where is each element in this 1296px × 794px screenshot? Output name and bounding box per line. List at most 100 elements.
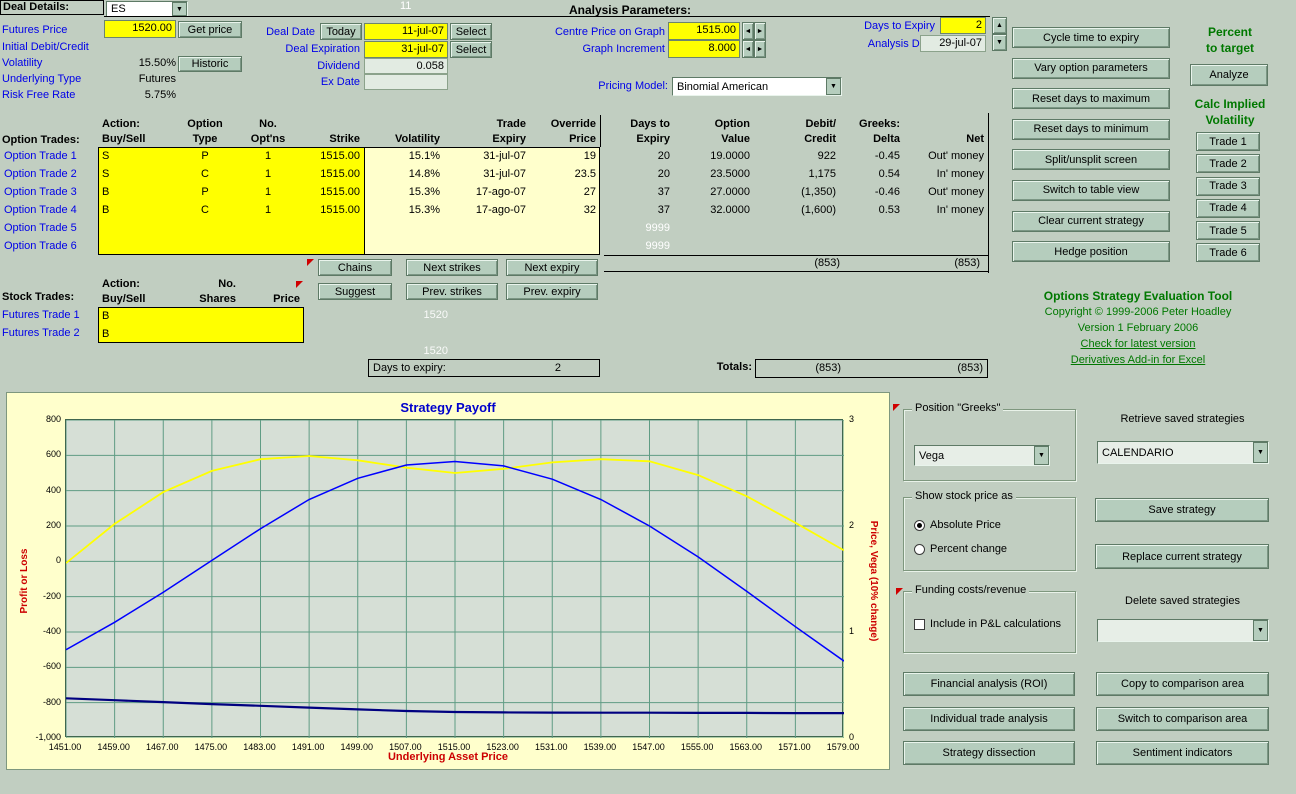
deal-date-cell[interactable]: 11-jul-07 — [364, 23, 448, 40]
centre-price-spin-down-icon[interactable]: ◄ — [742, 22, 754, 40]
option-cell-volatility[interactable]: 15.3% — [364, 201, 444, 219]
stock-cell-shares[interactable] — [172, 307, 240, 325]
include-pl-checkbox[interactable]: Include in P&L calculations — [914, 618, 1061, 630]
individual-trade-analysis-button[interactable]: Individual trade analysis — [903, 707, 1075, 731]
option-cell-expiry[interactable] — [444, 237, 530, 255]
financial-analysis-roi-button[interactable]: Financial analysis (ROI) — [903, 672, 1075, 696]
split-unsplit-screen-button[interactable]: Split/unsplit screen — [1012, 149, 1170, 170]
option-cell-strike[interactable]: 1515.00 — [298, 165, 364, 183]
next-expiry-button[interactable]: Next expiry — [506, 259, 598, 276]
stock-cell-action[interactable]: B — [98, 307, 172, 325]
trade-6-button[interactable]: Trade 6 — [1196, 243, 1260, 262]
option-cell-optns[interactable]: 1 — [238, 183, 298, 201]
chevron-down-icon[interactable]: ▼ — [1253, 442, 1268, 463]
option-cell-override[interactable] — [530, 237, 600, 255]
deal-expiration-cell[interactable]: 31-jul-07 — [364, 41, 448, 58]
next-strikes-button[interactable]: Next strikes — [406, 259, 498, 276]
cycle-spin-down-icon[interactable]: ▼ — [992, 34, 1007, 51]
delete-strategies-dropdown[interactable]: ▼ — [1097, 619, 1269, 642]
chevron-down-icon[interactable]: ▼ — [172, 2, 187, 16]
chevron-down-icon[interactable]: ▼ — [1253, 620, 1268, 641]
today-button[interactable]: Today — [320, 23, 362, 40]
reset-days-to-maximum-button[interactable]: Reset days to maximum — [1012, 88, 1170, 109]
save-strategy-button[interactable]: Save strategy — [1095, 498, 1269, 522]
option-cell-type[interactable]: P — [172, 147, 238, 165]
graph-increment-spin-up-icon[interactable]: ► — [754, 40, 766, 58]
option-cell-strike[interactable] — [298, 237, 364, 255]
analyze-button[interactable]: Analyze — [1190, 64, 1268, 86]
option-cell-volatility[interactable]: 15.1% — [364, 147, 444, 165]
option-cell-volatility[interactable] — [364, 219, 444, 237]
dividend-cell[interactable]: 0.058 — [364, 58, 448, 74]
option-cell-strike[interactable]: 1515.00 — [298, 183, 364, 201]
trade-4-button[interactable]: Trade 4 — [1196, 199, 1260, 218]
switch-to-table-view-button[interactable]: Switch to table view — [1012, 180, 1170, 201]
option-cell-expiry[interactable]: 17-ago-07 — [444, 183, 530, 201]
option-cell-optns[interactable]: 1 — [238, 165, 298, 183]
chains-button[interactable]: Chains — [318, 259, 392, 276]
stock-cell-shares[interactable] — [172, 325, 240, 343]
option-cell-expiry[interactable] — [444, 219, 530, 237]
strategy-dissection-button[interactable]: Strategy dissection — [903, 741, 1075, 765]
suggest-button[interactable]: Suggest — [318, 283, 392, 300]
sentiment-indicators-button[interactable]: Sentiment indicators — [1096, 741, 1269, 765]
clear-current-strategy-button[interactable]: Clear current strategy — [1012, 211, 1170, 232]
centre-price-spin-up-icon[interactable]: ► — [754, 22, 766, 40]
trade-3-button[interactable]: Trade 3 — [1196, 177, 1260, 196]
reset-days-to-minimum-button[interactable]: Reset days to minimum — [1012, 119, 1170, 140]
prev-strikes-button[interactable]: Prev. strikes — [406, 283, 498, 300]
option-cell-override[interactable]: 23.5 — [530, 165, 600, 183]
option-cell-type[interactable] — [172, 219, 238, 237]
select-deal-date-button[interactable]: Select — [450, 23, 492, 40]
cycle-spin-up-icon[interactable]: ▲ — [992, 17, 1007, 34]
option-cell-type[interactable] — [172, 237, 238, 255]
switch-to-comparison-area-button[interactable]: Switch to comparison area — [1096, 707, 1269, 731]
option-cell-strike[interactable] — [298, 219, 364, 237]
option-cell-type[interactable]: P — [172, 183, 238, 201]
option-cell-expiry[interactable]: 17-ago-07 — [444, 201, 530, 219]
option-cell-override[interactable]: 19 — [530, 147, 600, 165]
checkbox-icon[interactable] — [914, 619, 925, 630]
option-cell-action[interactable]: B — [98, 183, 172, 201]
option-cell-volatility[interactable] — [364, 237, 444, 255]
trade-5-button[interactable]: Trade 5 — [1196, 221, 1260, 240]
option-cell-action[interactable] — [98, 219, 172, 237]
option-cell-optns[interactable]: 1 — [238, 201, 298, 219]
historic-button[interactable]: Historic — [178, 56, 242, 72]
option-cell-override[interactable] — [530, 219, 600, 237]
option-cell-override[interactable]: 32 — [530, 201, 600, 219]
stock-cell-action[interactable]: B — [98, 325, 172, 343]
option-cell-optns[interactable]: 1 — [238, 147, 298, 165]
radio-absolute-price[interactable]: Absolute Price — [914, 519, 1001, 531]
chevron-down-icon[interactable]: ▼ — [1034, 446, 1049, 465]
option-cell-volatility[interactable]: 15.3% — [364, 183, 444, 201]
prev-expiry-button[interactable]: Prev. expiry — [506, 283, 598, 300]
option-cell-expiry[interactable]: 31-jul-07 — [444, 147, 530, 165]
option-cell-volatility[interactable]: 14.8% — [364, 165, 444, 183]
pricing-model-dropdown[interactable]: Binomial American ▼ — [672, 77, 842, 96]
retrieve-strategies-dropdown[interactable]: CALENDARIO ▼ — [1097, 441, 1269, 464]
chevron-down-icon[interactable]: ▼ — [826, 78, 841, 95]
copy-to-comparison-area-button[interactable]: Copy to comparison area — [1096, 672, 1269, 696]
symbol-dropdown[interactable]: ES ▼ — [106, 1, 188, 17]
option-cell-override[interactable]: 27 — [530, 183, 600, 201]
radio-icon[interactable] — [914, 544, 925, 555]
derivatives-addin-link[interactable]: Derivatives Add-in for Excel — [1071, 354, 1206, 366]
graph-increment-cell[interactable]: 8.000 — [668, 40, 740, 58]
graph-increment-spin-down-icon[interactable]: ◄ — [742, 40, 754, 58]
option-cell-strike[interactable]: 1515.00 — [298, 201, 364, 219]
ex-date-cell[interactable] — [364, 74, 448, 90]
replace-current-strategy-button[interactable]: Replace current strategy — [1095, 544, 1269, 569]
trade-2-button[interactable]: Trade 2 — [1196, 154, 1260, 173]
select-deal-expiration-button[interactable]: Select — [450, 41, 492, 58]
option-cell-optns[interactable] — [238, 219, 298, 237]
option-cell-action[interactable] — [98, 237, 172, 255]
option-cell-optns[interactable] — [238, 237, 298, 255]
stock-cell-price[interactable] — [240, 325, 304, 343]
option-cell-action[interactable]: B — [98, 201, 172, 219]
radio-percent-change[interactable]: Percent change — [914, 543, 1007, 555]
option-cell-type[interactable]: C — [172, 165, 238, 183]
option-cell-type[interactable]: C — [172, 201, 238, 219]
vary-option-parameters-button[interactable]: Vary option parameters — [1012, 58, 1170, 79]
option-cell-action[interactable]: S — [98, 147, 172, 165]
